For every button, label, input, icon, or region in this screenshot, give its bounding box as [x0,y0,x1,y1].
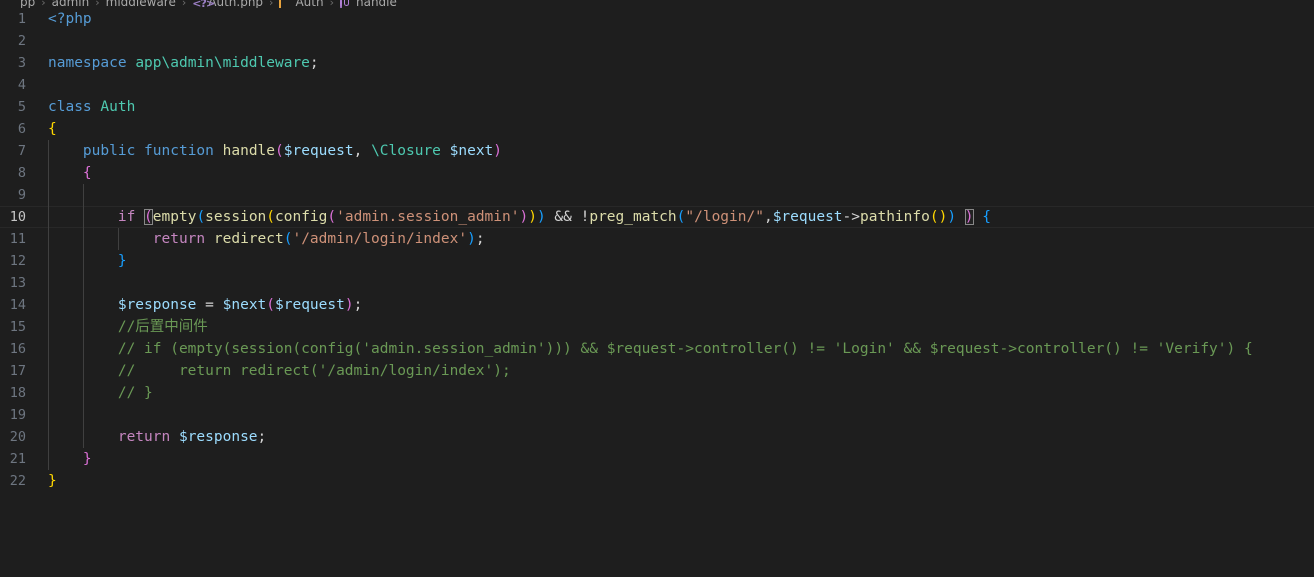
code-line[interactable]: 3 namespace app\admin\middleware; [0,52,1314,74]
code-line[interactable]: 15 //后置中间件 [0,316,1314,338]
line-number: 9 [17,187,26,203]
line-number: 18 [9,385,26,401]
line-content: } [48,473,57,489]
line-content: { [82,165,92,181]
line-number: 15 [9,319,26,335]
line-content: //后置中间件 [48,319,208,335]
code-line[interactable]: 22 } [0,470,1314,492]
line-number: 22 [9,473,26,489]
line-number: 19 [9,407,26,423]
line-content: // return redirect('/admin/login/index')… [48,363,511,379]
code-line-active[interactable]: 10 if (empty(session(config('admin.sessi… [0,206,1314,228]
indent-guide [48,184,49,206]
code-line[interactable]: 1 <?php [0,8,1314,30]
code-line[interactable]: 4 [0,74,1314,96]
line-content: $response = $next($request); [117,297,363,313]
line-number: 7 [17,143,26,159]
indent-guide [83,272,84,294]
line-number: 14 [9,297,26,313]
line-number: 10 [9,209,26,225]
code-line[interactable]: 9 [0,184,1314,206]
code-editor[interactable]: 1 <?php 2 3 namespace app\admin\middlewa… [0,8,1314,577]
code-line[interactable]: 20 return $response; [0,426,1314,448]
line-content: // } [48,385,153,401]
line-number: 5 [17,99,26,115]
indent-guide [83,404,84,426]
code-line[interactable]: 18 // } [0,382,1314,404]
line-number: 1 [17,11,26,27]
bracket-match-close: ) [964,209,974,225]
code-line[interactable]: 5 class Auth [0,96,1314,118]
line-content: namespace app\admin\middleware; [48,55,319,71]
code-line[interactable]: 19 [0,404,1314,426]
code-line[interactable]: 2 [0,30,1314,52]
line-number: 8 [17,165,26,181]
line-number: 17 [9,363,26,379]
line-content: return redirect('/admin/login/index'); [152,231,485,247]
line-number: 16 [9,341,26,357]
line-content: } [82,451,92,467]
line-number: 3 [17,55,26,71]
line-number: 20 [9,429,26,445]
code-line[interactable]: 17 // return redirect('/admin/login/inde… [0,360,1314,382]
line-number: 2 [17,33,26,49]
code-line[interactable]: 6 { [0,118,1314,140]
line-number: 11 [9,231,26,247]
line-content: } [117,253,127,269]
indent-guide [48,404,49,426]
line-content: { [48,121,57,137]
line-number: 6 [17,121,26,137]
line-content: public function handle($request, \Closur… [82,143,503,159]
line-number: 21 [9,451,26,467]
line-number: 13 [9,275,26,291]
code-line[interactable]: 21 } [0,448,1314,470]
line-content: return $response; [117,429,267,445]
code-line[interactable]: 12 } [0,250,1314,272]
code-line[interactable]: 11 return redirect('/admin/login/index')… [0,228,1314,250]
code-line[interactable]: 13 [0,272,1314,294]
line-number: 12 [9,253,26,269]
code-line[interactable]: 14 $response = $next($request); [0,294,1314,316]
line-content: // if (empty(session(config('admin.sessi… [48,341,1253,357]
indent-guide [83,184,84,206]
code-line[interactable]: 16 // if (empty(session(config('admin.se… [0,338,1314,360]
code-line[interactable]: 7 public function handle($request, \Clos… [0,140,1314,162]
bracket-match-open: ( [144,209,153,225]
indent-guide [48,272,49,294]
line-number: 4 [17,77,26,93]
line-content: if (empty(session(config('admin.session_… [117,209,991,225]
line-content: <?php [48,11,92,27]
code-line[interactable]: 8 { [0,162,1314,184]
line-content: class Auth [48,99,136,115]
